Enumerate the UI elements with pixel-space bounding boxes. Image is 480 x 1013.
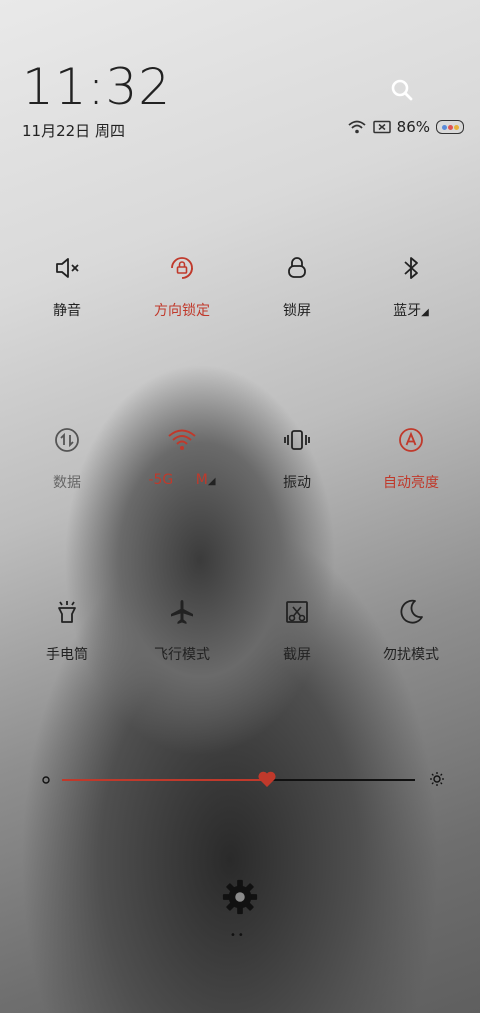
tile-label: 手电筒 [46, 647, 88, 663]
mute-icon [56, 258, 79, 278]
bluetooth-icon [404, 257, 418, 279]
brightness-fill [62, 779, 267, 781]
tile-rotation-lock[interactable]: 方向锁定 [127, 250, 237, 320]
airplane-icon [171, 600, 193, 624]
brightness-slider[interactable] [40, 770, 445, 790]
rotation-lock-icon [171, 257, 193, 279]
tile-label: 振动 [283, 475, 311, 491]
tile-flashlight[interactable]: 手电筒 [12, 594, 122, 664]
heart-thumb-icon[interactable] [257, 770, 277, 788]
settings-gear-icon[interactable] [221, 878, 259, 916]
status-bar-right: 86% [347, 118, 464, 136]
search-icon[interactable] [388, 76, 416, 104]
expand-corner-icon: ◢ [207, 476, 216, 487]
expand-corner-icon: ◢ [421, 307, 429, 318]
tile-lock-screen[interactable]: 锁屏 [242, 250, 352, 320]
tile-label: 蓝牙 [393, 303, 422, 319]
tile-screenshot[interactable]: 截屏 [242, 594, 352, 664]
mobile-data-icon [55, 428, 79, 452]
flashlight-icon [58, 601, 76, 623]
tile-bluetooth[interactable]: 蓝牙◢ [356, 250, 466, 320]
brightness-low-icon [42, 776, 50, 784]
tile-label: 自动亮度 [383, 475, 439, 491]
tile-vibrate[interactable]: 振动 [242, 422, 352, 492]
tile-label: 数据 [53, 475, 81, 491]
brightness-high-icon [430, 772, 444, 786]
tile-label: 勿扰模式 [383, 647, 439, 663]
wifi-status-icon [348, 120, 366, 134]
tile-label: 静音 [53, 303, 81, 319]
tile-label: 锁屏 [283, 303, 311, 319]
battery-icon [436, 120, 464, 134]
tile-mobile-data[interactable]: 数据 [12, 422, 122, 492]
vibrate-icon [284, 430, 310, 450]
tile-label: 飞行模式 [154, 647, 210, 663]
auto-brightness-icon [399, 428, 423, 452]
page-indicator: •• [230, 930, 246, 941]
tile-airplane[interactable]: 飞行模式 [127, 594, 237, 664]
clock-time: 11:32 [22, 58, 172, 116]
clock-date: 11月22日 周四 [22, 122, 125, 140]
screenshot-icon [286, 601, 308, 623]
lock-icon [288, 257, 306, 278]
wifi-icon [168, 429, 196, 450]
tile-auto-brightness[interactable]: 自动亮度 [356, 422, 466, 492]
battery-percent: 86% [396, 118, 430, 136]
tile-label: -5G M [148, 472, 208, 488]
tile-label: 截屏 [283, 647, 311, 663]
tile-wifi[interactable]: -5G M◢ [127, 422, 237, 488]
tile-mute[interactable]: 静音 [12, 250, 122, 320]
sim-error-icon [372, 120, 391, 134]
moon-icon [400, 599, 423, 624]
tile-label: 方向锁定 [154, 303, 210, 319]
tile-do-not-disturb[interactable]: 勿扰模式 [356, 594, 466, 664]
